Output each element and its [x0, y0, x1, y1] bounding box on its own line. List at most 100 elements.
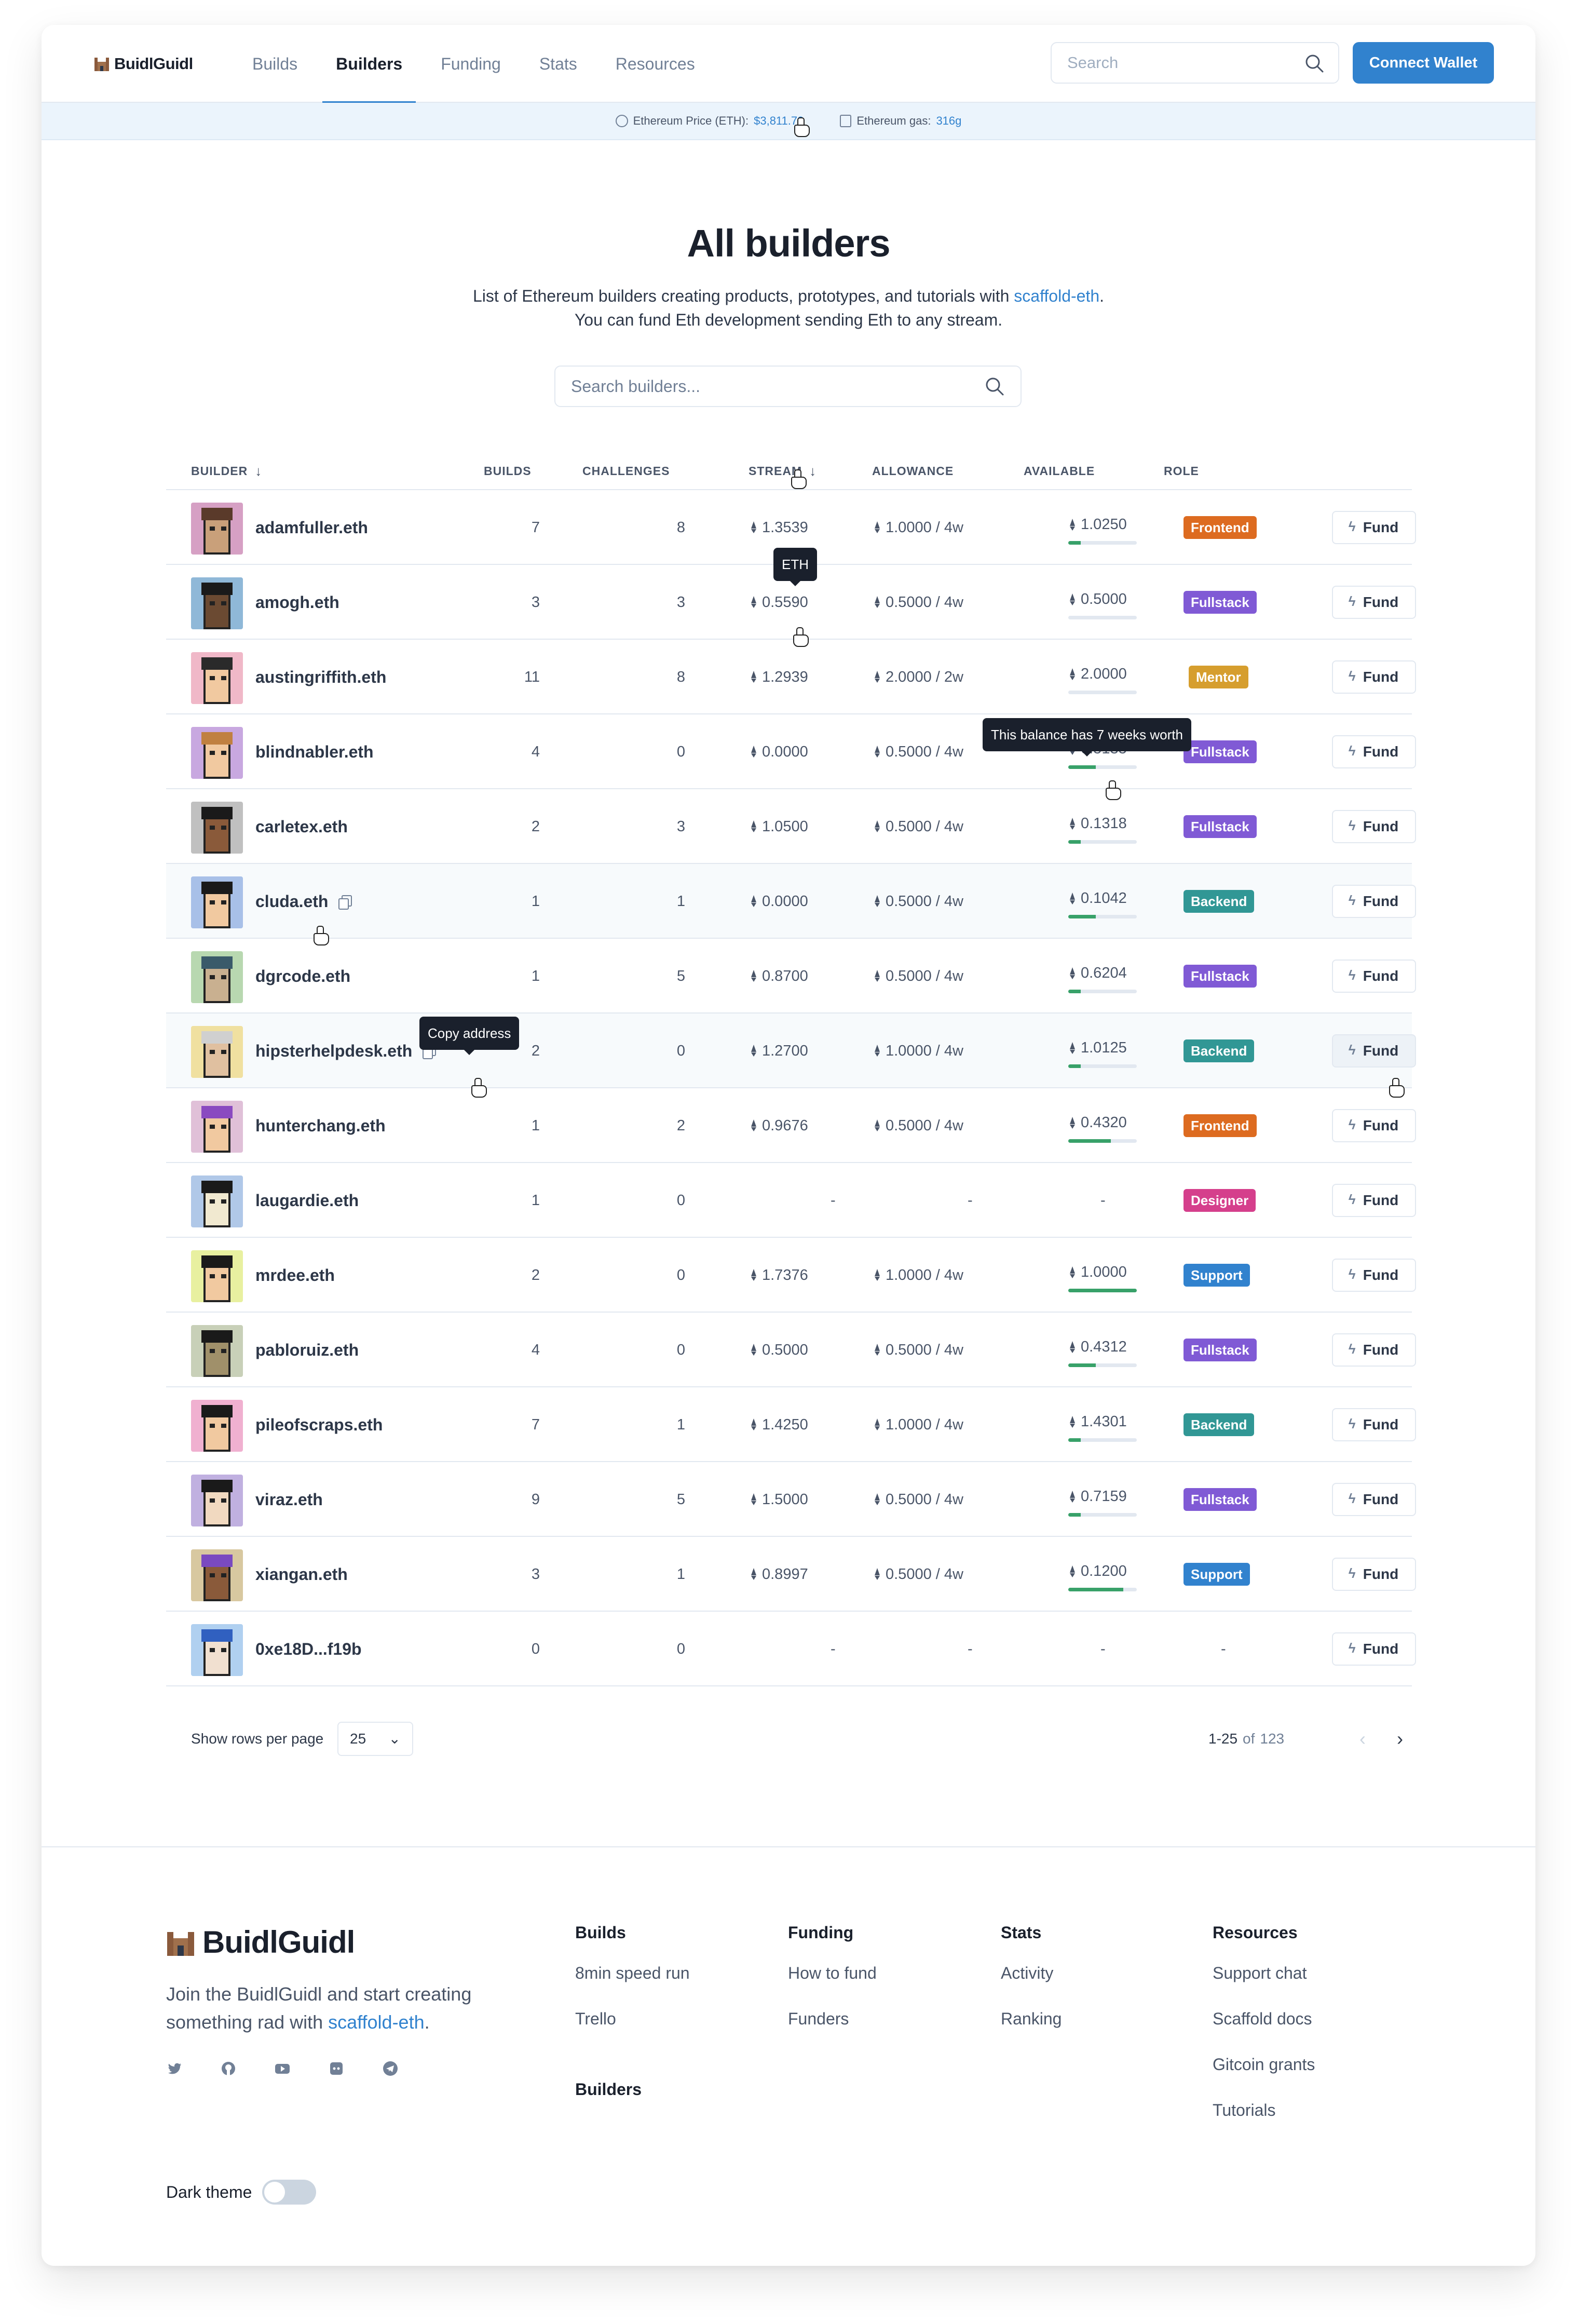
available-amount: 0.1042: [1081, 890, 1127, 907]
eth-icon: [1068, 1042, 1076, 1055]
eth-icon: [873, 671, 880, 683]
fund-button[interactable]: Fund: [1332, 885, 1416, 918]
col-available[interactable]: AVAILABLE: [1024, 452, 1095, 490]
fund-button[interactable]: Fund: [1332, 1408, 1416, 1441]
nav-stats[interactable]: Stats: [526, 25, 591, 103]
fund-button-label: Fund: [1363, 1566, 1399, 1582]
footer-logo[interactable]: BuidlGuidl: [166, 1924, 355, 1960]
stream-value: 1.2700: [750, 1014, 808, 1088]
footer-col-resources: Resources Support chat Scaffold docs Git…: [1213, 1923, 1315, 2146]
table-row: carletex.eth 2 3 1.0500 0.5000 / 4w 0.1318 Ful…: [166, 789, 1416, 864]
twitter-icon[interactable]: [166, 2060, 183, 2077]
castle-icon: [93, 56, 110, 72]
available-progress-fill: [1068, 915, 1096, 918]
connect-wallet-button[interactable]: Connect Wallet: [1353, 42, 1494, 84]
allowance-value: 1.0000 / 4w: [873, 490, 963, 565]
col-allowance[interactable]: ALLOWANCE: [872, 452, 954, 490]
challenges-count: 1: [676, 1416, 685, 1433]
github-icon[interactable]: [220, 2060, 237, 2077]
rows-per-page-label: Show rows per page: [191, 1731, 324, 1747]
stream-value: 0.0000: [750, 714, 808, 789]
sort-down-icon[interactable]: ↓: [255, 463, 262, 479]
fund-button-label: Fund: [1363, 1043, 1399, 1059]
prev-page-button[interactable]: ‹: [1350, 1722, 1376, 1756]
fund-button[interactable]: Fund: [1332, 1333, 1416, 1367]
footer-link[interactable]: Funders: [788, 2009, 877, 2055]
balance-tooltip: This balance has 7 weeks worth: [983, 718, 1191, 756]
available-value: 0.4320: [1068, 1114, 1127, 1131]
footer-link[interactable]: Activity: [1001, 1964, 1062, 2009]
footer-link[interactable]: Trello: [575, 2009, 690, 2055]
footer-col-builds: Builds 8min speed run Trello Builders: [575, 1923, 690, 2120]
search-icon[interactable]: [984, 376, 1005, 397]
fund-button[interactable]: Fund: [1332, 1259, 1416, 1292]
fund-button[interactable]: Fund: [1332, 735, 1416, 768]
nav-resources[interactable]: Resources: [602, 25, 709, 103]
nav-builders[interactable]: Builders: [322, 25, 416, 104]
footer-link[interactable]: Ranking: [1001, 2009, 1062, 2055]
allowance-value: 0.5000 / 4w: [873, 1537, 963, 1612]
available-value: 1.0250: [1068, 516, 1127, 533]
fund-button[interactable]: Fund: [1332, 1184, 1416, 1217]
rows-per-page-select[interactable]: 25 ⌄: [337, 1722, 413, 1756]
dark-theme-switch[interactable]: [262, 2180, 317, 2205]
footer-head-builds[interactable]: Builds: [575, 1923, 690, 1944]
footer-head-funding[interactable]: Funding: [788, 1923, 877, 1944]
fund-button[interactable]: Fund: [1332, 960, 1416, 993]
pointer-cursor-icon: [1389, 1078, 1405, 1098]
fund-button[interactable]: Fund: [1332, 660, 1416, 694]
fund-button[interactable]: Fund: [1332, 810, 1416, 843]
fund-button[interactable]: Fund: [1332, 586, 1416, 619]
role-badge: Fullstack: [1184, 1339, 1257, 1361]
footer-head-resources[interactable]: Resources: [1213, 1923, 1315, 1944]
col-builds[interactable]: BUILDS: [484, 452, 532, 490]
fund-button[interactable]: Fund: [1332, 1034, 1416, 1068]
header-logo[interactable]: BuidlGuidl: [93, 51, 193, 77]
search-icon[interactable]: [1304, 53, 1325, 74]
footer-head-builders[interactable]: Builders: [575, 2080, 690, 2101]
role-badge: Backend: [1184, 1413, 1255, 1436]
available-progress-track: [1068, 765, 1137, 769]
available-value: 0.1200: [1068, 1563, 1127, 1580]
fund-button[interactable]: Fund: [1332, 511, 1416, 544]
stream-value: 1.5000: [750, 1462, 808, 1537]
fund-button[interactable]: Fund: [1332, 1632, 1416, 1666]
fund-button[interactable]: Fund: [1332, 1483, 1416, 1516]
challenges-count: 3: [676, 593, 685, 611]
col-builder[interactable]: BUILDER ↓: [191, 452, 262, 490]
next-page-button[interactable]: ›: [1387, 1722, 1413, 1756]
nav-funding[interactable]: Funding: [427, 25, 514, 103]
col-role[interactable]: ROLE: [1164, 452, 1199, 490]
allowance-amount: 1.0000 / 4w: [886, 519, 963, 536]
youtube-icon[interactable]: [274, 2060, 291, 2077]
footer-head-stats[interactable]: Stats: [1001, 1923, 1062, 1944]
footer-scaffold-eth-link[interactable]: scaffold-eth: [328, 2011, 424, 2033]
role-badge: Frontend: [1184, 1114, 1257, 1137]
fund-button[interactable]: Fund: [1332, 1558, 1416, 1591]
available-progress-track: [1068, 1363, 1137, 1367]
available-value: -: [1100, 1192, 1106, 1209]
stream-value: 0.8997: [750, 1537, 808, 1612]
stream-amount: 1.3539: [762, 519, 808, 536]
builders-search-input[interactable]: Search builders...: [554, 366, 1022, 407]
fund-button[interactable]: Fund: [1332, 1109, 1416, 1142]
header-search-input[interactable]: Search: [1051, 42, 1339, 84]
footer-link[interactable]: Tutorials: [1213, 2101, 1315, 2146]
eth-icon: [750, 521, 757, 534]
role-badge: Frontend: [1184, 516, 1257, 539]
footer-link[interactable]: Scaffold docs: [1213, 2009, 1315, 2055]
footer-link[interactable]: Gitcoin grants: [1213, 2055, 1315, 2101]
sort-down-icon[interactable]: ↓: [809, 463, 817, 479]
col-challenges[interactable]: CHALLENGES: [582, 452, 670, 490]
available-progress-fill: [1068, 1064, 1081, 1068]
eth-icon: [1068, 967, 1076, 980]
footer-link[interactable]: 8min speed run: [575, 1964, 690, 2009]
telegram-icon[interactable]: [382, 2060, 399, 2077]
footer-link[interactable]: How to fund: [788, 1964, 877, 2009]
footer-link[interactable]: Support chat: [1213, 1964, 1315, 2009]
allowance-amount: 0.5000 / 4w: [886, 593, 963, 611]
discord-icon[interactable]: [328, 2060, 345, 2077]
lightning-icon: [1349, 1565, 1357, 1582]
nav-builds[interactable]: Builds: [239, 25, 311, 103]
scaffold-eth-link[interactable]: scaffold-eth: [1014, 287, 1099, 305]
